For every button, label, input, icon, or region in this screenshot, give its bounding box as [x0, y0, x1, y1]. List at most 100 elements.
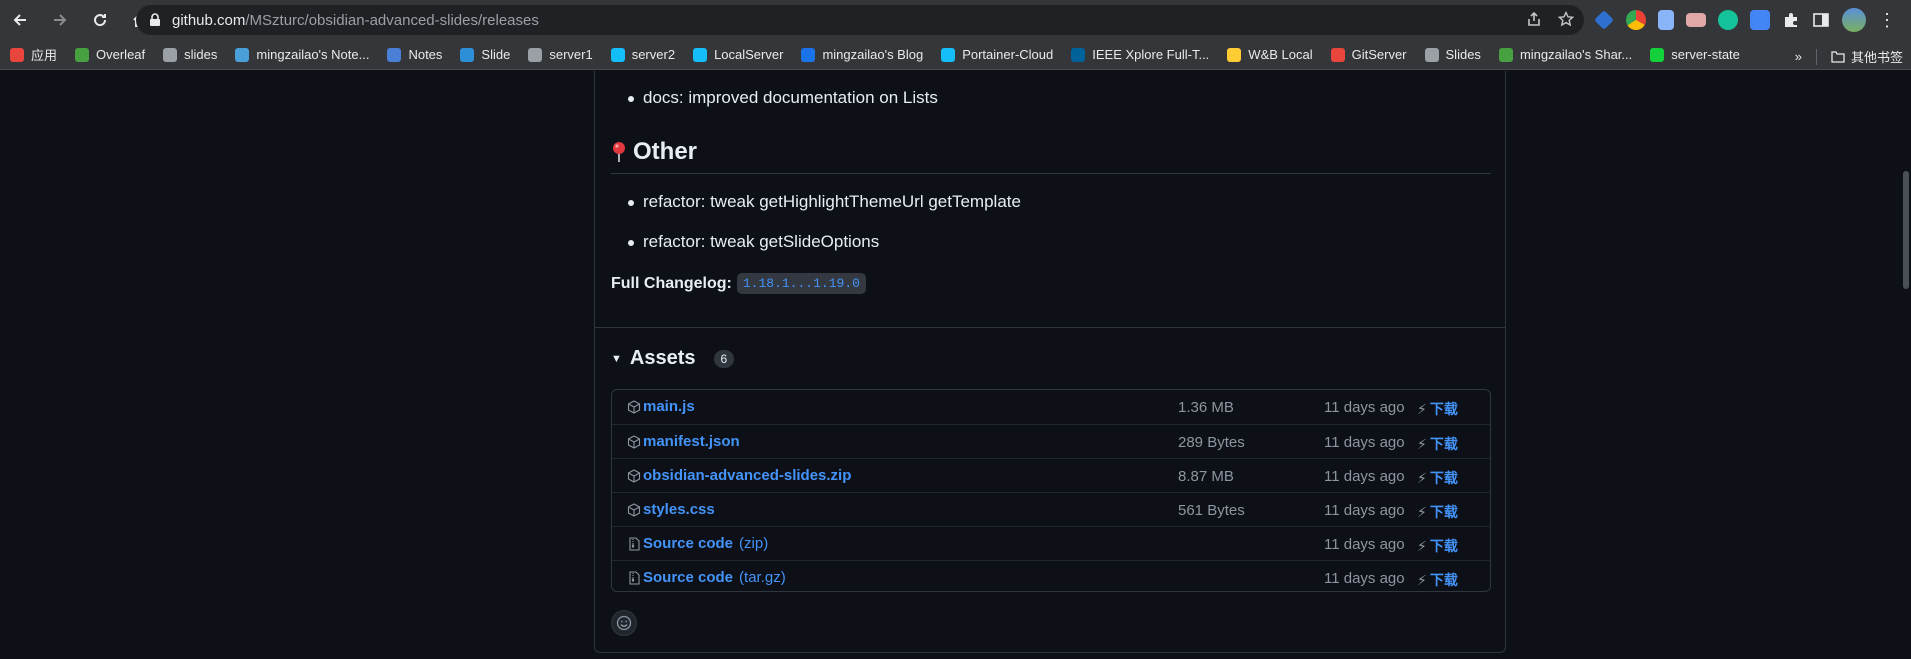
- portainer-icon: [693, 47, 708, 62]
- profile-avatar[interactable]: [1842, 8, 1866, 32]
- bookmark-item[interactable]: IEEE Xplore Full-T...: [1071, 47, 1209, 62]
- download-link[interactable]: ⚡︎ 下载: [1417, 434, 1458, 454]
- bookmark-label: W&B Local: [1248, 47, 1313, 62]
- url-path: /MSzturc/obsidian-advanced-slides/releas…: [245, 11, 539, 29]
- bookmark-item[interactable]: Slides: [1424, 47, 1481, 62]
- reload-icon: [94, 14, 107, 27]
- list-item: refactor: tweak getHighlightThemeUrl get…: [628, 192, 1021, 211]
- asset-date: 11 days ago: [1324, 434, 1405, 451]
- bookmark-item[interactable]: server-state: [1650, 47, 1740, 62]
- zap-icon: ⚡︎: [1417, 469, 1427, 486]
- arrow-left-icon: [13, 14, 26, 26]
- forward-button[interactable]: [48, 8, 72, 32]
- bookmark-item[interactable]: slides: [163, 47, 217, 62]
- bookmark-label: 应用: [31, 48, 58, 63]
- asset-link[interactable]: styles.css: [627, 501, 715, 518]
- list-item: docs: improved documentation on Lists: [628, 88, 938, 107]
- bookmark-item[interactable]: W&B Local: [1227, 47, 1313, 62]
- bookmark-label: mingzailao's Note...: [256, 47, 370, 62]
- extension-shield-icon[interactable]: [1594, 10, 1614, 30]
- star-icon[interactable]: [1558, 11, 1574, 27]
- bookmarks-overflow-button[interactable]: »: [1795, 49, 1802, 64]
- assets-list: main.js 1.36 MB 11 days ago ⚡︎ 下载 manifes…: [611, 389, 1491, 592]
- bookmark-label: server2: [631, 47, 676, 62]
- bookmark-item[interactable]: 应用: [10, 45, 57, 64]
- bookmark-item[interactable]: Portainer-Cloud: [941, 47, 1053, 62]
- bookmarks-divider: [1815, 48, 1817, 65]
- asset-row: main.js 1.36 MB 11 days ago ⚡︎ 下载: [612, 390, 1490, 424]
- bookmark-item[interactable]: Notes: [387, 47, 442, 62]
- asset-suffix: (tar.gz): [739, 569, 786, 586]
- notes-site-icon: [235, 47, 250, 62]
- bookmark-item[interactable]: server2: [610, 47, 676, 62]
- asset-row: obsidian-advanced-slides.zip 8.87 MB 11 …: [612, 458, 1490, 492]
- asset-link[interactable]: main.js: [627, 398, 695, 415]
- download-link[interactable]: ⚡︎ 下载: [1417, 536, 1458, 556]
- globe-icon: [163, 47, 178, 62]
- bookmark-item[interactable]: Slide: [460, 47, 510, 62]
- asset-size: 1.36 MB: [1178, 399, 1234, 416]
- reload-button[interactable]: [88, 8, 112, 32]
- assets-toggle[interactable]: ▼ Assets 6: [611, 347, 735, 370]
- asset-name: main.js: [643, 398, 695, 415]
- download-link[interactable]: ⚡︎ 下载: [1417, 570, 1458, 590]
- bookmark-label: Slides: [1445, 47, 1481, 62]
- notes-icon: [387, 47, 402, 62]
- url-host: github.com: [172, 11, 246, 29]
- bookmark-item[interactable]: mingzailao's Blog: [801, 47, 923, 62]
- ieee-icon: [1071, 47, 1086, 62]
- asset-link[interactable]: Source code (zip): [627, 535, 768, 552]
- extension-translate-icon[interactable]: [1750, 10, 1770, 30]
- share-icon[interactable]: [1526, 11, 1542, 27]
- gitserver-icon: [1330, 47, 1345, 62]
- bookmark-item[interactable]: mingzailao's Shar...: [1498, 47, 1632, 62]
- download-link[interactable]: ⚡︎ 下载: [1417, 502, 1458, 522]
- slide-icon: [460, 47, 475, 62]
- bookmark-label: Slide: [481, 47, 511, 62]
- asset-link[interactable]: obsidian-advanced-slides.zip: [627, 467, 851, 484]
- globe-icon: [528, 47, 543, 62]
- puzzle-icon[interactable]: [1782, 11, 1800, 29]
- extension-reader-icon[interactable]: [1686, 13, 1706, 27]
- globe-icon: [1424, 47, 1439, 62]
- asset-link[interactable]: Source code (tar.gz): [627, 569, 786, 586]
- zap-icon: ⚡︎: [1417, 435, 1427, 452]
- download-link[interactable]: ⚡︎ 下载: [1417, 468, 1458, 488]
- apps-grid-icon: [10, 47, 24, 62]
- side-panel-icon[interactable]: [1812, 11, 1830, 29]
- download-label: 下载: [1429, 538, 1458, 554]
- back-button[interactable]: [8, 8, 32, 32]
- bookmark-item[interactable]: GitServer: [1330, 47, 1407, 62]
- asset-name: Source code: [643, 535, 734, 552]
- download-link[interactable]: ⚡︎ 下载: [1417, 399, 1458, 419]
- arrow-right-icon: [54, 14, 67, 26]
- browser-toolbar: github.com/MSzturc/obsidian-advanced-sli…: [0, 0, 1911, 40]
- download-label: 下载: [1429, 572, 1458, 588]
- package-icon: [627, 399, 641, 414]
- section-heading-text: Other: [633, 138, 698, 165]
- bookmark-label: GitServer: [1351, 47, 1407, 62]
- page-scrollbar[interactable]: [1901, 71, 1911, 659]
- bookmark-item[interactable]: mingzailao's Note...: [235, 47, 369, 62]
- extension-doc-icon[interactable]: [1658, 10, 1674, 30]
- extension-grammar-icon[interactable]: [1718, 10, 1738, 30]
- changelog-link[interactable]: 1.18.1...1.19.0: [736, 273, 866, 294]
- download-label: 下载: [1429, 401, 1458, 417]
- bookmark-label: Overleaf: [96, 47, 146, 62]
- scrollbar-thumb[interactable]: [1903, 171, 1909, 289]
- bookmark-item[interactable]: LocalServer: [693, 47, 783, 62]
- other-bookmarks-label: 其他书签: [1850, 50, 1903, 65]
- browser-menu-icon[interactable]: ⋮: [1878, 10, 1896, 31]
- assets-title: Assets: [629, 347, 696, 369]
- other-bookmarks-folder[interactable]: 其他书签: [1831, 47, 1903, 66]
- bookmark-item[interactable]: server1: [528, 47, 593, 62]
- download-label: 下载: [1429, 436, 1458, 452]
- address-bar[interactable]: github.com/MSzturc/obsidian-advanced-sli…: [136, 5, 1584, 35]
- add-reaction-button[interactable]: [611, 610, 637, 636]
- asset-size: 561 Bytes: [1178, 502, 1245, 519]
- asset-link[interactable]: manifest.json: [627, 433, 740, 450]
- extension-chrome-icon[interactable]: [1626, 10, 1646, 30]
- bookmark-item[interactable]: Overleaf: [75, 47, 145, 62]
- assets-count-badge: 6: [713, 349, 735, 368]
- triangle-down-icon: ▼: [611, 352, 622, 365]
